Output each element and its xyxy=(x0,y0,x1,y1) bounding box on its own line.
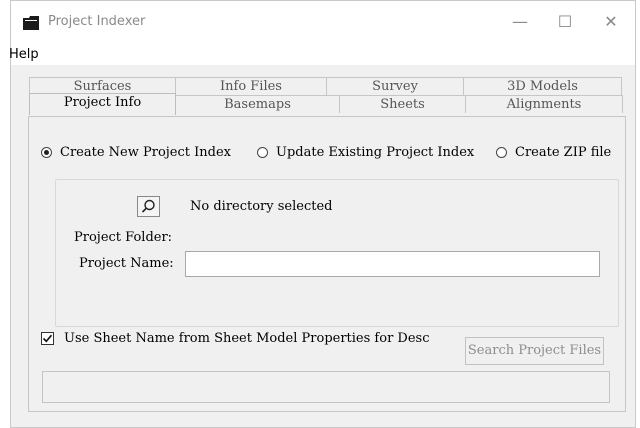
radio-indicator-selected[interactable] xyxy=(41,147,52,158)
tab-info-files[interactable]: Info Files xyxy=(175,77,327,95)
menu-help[interactable]: Help xyxy=(9,47,39,62)
search-project-files-button[interactable]: Search Project Files xyxy=(465,337,604,365)
radio-create-new[interactable]: Create New Project Index xyxy=(41,145,231,160)
project-indexer-window: Project Indexer — ☐ ✕ Help Surfaces Info… xyxy=(9,0,636,428)
folder-icon xyxy=(23,16,39,30)
radio-create-new-label: Create New Project Index xyxy=(60,145,231,160)
directory-status: No directory selected xyxy=(190,199,333,214)
tab-survey[interactable]: Survey xyxy=(326,77,464,95)
radio-update-existing[interactable]: Update Existing Project Index xyxy=(257,145,474,160)
use-sheet-name-option[interactable]: Use Sheet Name from Sheet Model Properti… xyxy=(41,331,429,346)
title-bar[interactable]: Project Indexer — ☐ ✕ xyxy=(11,1,635,43)
radio-indicator[interactable] xyxy=(257,147,268,158)
checkmark-icon xyxy=(42,334,53,343)
minimize-button[interactable]: — xyxy=(510,14,530,30)
tab-alignments[interactable]: Alignments xyxy=(465,95,623,113)
tab-basemaps[interactable]: Basemaps xyxy=(175,95,340,113)
tab-project-info[interactable]: Project Info xyxy=(29,93,176,115)
browse-folder-button[interactable] xyxy=(137,196,160,217)
project-group-box: No directory selected Project Folder: Pr… xyxy=(55,179,619,327)
radio-create-zip[interactable]: Create ZIP file xyxy=(496,145,611,160)
use-sheet-name-label: Use Sheet Name from Sheet Model Properti… xyxy=(64,331,430,346)
window-title: Project Indexer xyxy=(48,14,146,29)
radio-update-existing-label: Update Existing Project Index xyxy=(276,145,475,160)
maximize-button[interactable]: ☐ xyxy=(555,14,575,30)
magnifier-icon xyxy=(141,199,155,213)
close-button[interactable]: ✕ xyxy=(601,14,621,30)
progress-bar xyxy=(42,371,610,403)
menu-bar: Help xyxy=(9,43,635,65)
project-name-input[interactable] xyxy=(185,251,600,277)
radio-indicator[interactable] xyxy=(496,147,507,158)
project-name-label: Project Name: xyxy=(79,256,174,271)
use-sheet-name-checkbox[interactable] xyxy=(41,332,54,345)
project-info-panel: Create New Project Index Update Existing… xyxy=(28,116,626,412)
project-folder-label: Project Folder: xyxy=(74,230,173,245)
radio-create-zip-label: Create ZIP file xyxy=(515,145,612,160)
tab-sheets[interactable]: Sheets xyxy=(339,95,466,113)
tab-row-front: Project Info Basemaps Sheets Alignments xyxy=(29,93,623,115)
tab-3d-models[interactable]: 3D Models xyxy=(463,77,622,95)
